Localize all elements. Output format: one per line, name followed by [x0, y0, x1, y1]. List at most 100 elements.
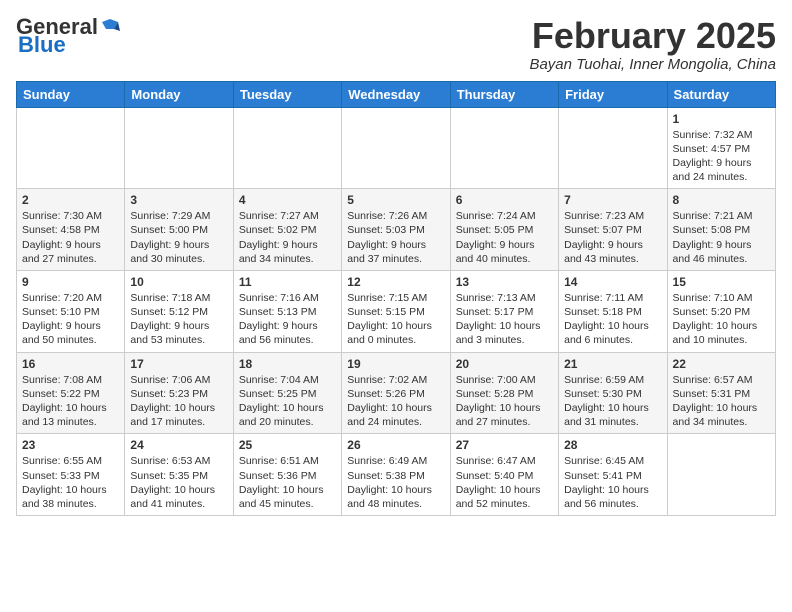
day-info: Sunrise: 7:32 AM Sunset: 4:57 PM Dayligh…: [673, 128, 770, 185]
calendar-cell: [17, 107, 125, 189]
calendar-cell: 25 Sunrise: 6:51 AM Sunset: 5:36 PM Dayli…: [233, 434, 341, 516]
day-number: 12: [347, 275, 444, 289]
day-info: Sunrise: 7:24 AM Sunset: 5:05 PM Dayligh…: [456, 209, 553, 266]
day-info: Sunrise: 6:45 AM Sunset: 5:41 PM Dayligh…: [564, 454, 661, 511]
day-number: 25: [239, 438, 336, 452]
calendar-cell: [667, 434, 775, 516]
calendar-week-5: 23 Sunrise: 6:55 AM Sunset: 5:33 PM Dayli…: [17, 434, 776, 516]
calendar-cell: [559, 107, 667, 189]
title-block: February 2025 Bayan Tuohai, Inner Mongol…: [529, 16, 776, 73]
page-header: General Blue February 2025 Bayan Tuohai,…: [16, 16, 776, 73]
day-info: Sunrise: 6:59 AM Sunset: 5:30 PM Dayligh…: [564, 373, 661, 430]
calendar-cell: [125, 107, 233, 189]
calendar-cell: 14 Sunrise: 7:11 AM Sunset: 5:18 PM Dayli…: [559, 270, 667, 352]
calendar-cell: 4 Sunrise: 7:27 AM Sunset: 5:02 PM Daylig…: [233, 189, 341, 271]
day-number: 9: [22, 275, 119, 289]
day-info: Sunrise: 7:02 AM Sunset: 5:26 PM Dayligh…: [347, 373, 444, 430]
calendar-cell: 20Sunrise: 7:00 AM Sunset: 5:28 PM Dayli…: [450, 352, 558, 434]
day-number: 5: [347, 193, 444, 207]
calendar-cell: 26 Sunrise: 6:49 AM Sunset: 5:38 PM Dayli…: [342, 434, 450, 516]
location: Bayan Tuohai, Inner Mongolia, China: [529, 56, 776, 73]
day-number: 23: [22, 438, 119, 452]
day-info: Sunrise: 7:27 AM Sunset: 5:02 PM Dayligh…: [239, 209, 336, 266]
calendar-cell: 10Sunrise: 7:18 AM Sunset: 5:12 PM Dayli…: [125, 270, 233, 352]
calendar-cell: 19 Sunrise: 7:02 AM Sunset: 5:26 PM Dayli…: [342, 352, 450, 434]
calendar-cell: 16Sunrise: 7:08 AM Sunset: 5:22 PM Dayli…: [17, 352, 125, 434]
day-info: Sunrise: 6:51 AM Sunset: 5:36 PM Dayligh…: [239, 454, 336, 511]
weekday-header-row: SundayMondayTuesdayWednesdayThursdayFrid…: [17, 81, 776, 107]
day-number: 18: [239, 357, 336, 371]
day-number: 27: [456, 438, 553, 452]
calendar-cell: 6Sunrise: 7:24 AM Sunset: 5:05 PM Daylig…: [450, 189, 558, 271]
day-info: Sunrise: 7:29 AM Sunset: 5:00 PM Dayligh…: [130, 209, 227, 266]
day-number: 26: [347, 438, 444, 452]
day-number: 11: [239, 275, 336, 289]
calendar-week-1: 1 Sunrise: 7:32 AM Sunset: 4:57 PM Daylig…: [17, 107, 776, 189]
calendar-cell: 8Sunrise: 7:21 AM Sunset: 5:08 PM Daylig…: [667, 189, 775, 271]
calendar-cell: 7 Sunrise: 7:23 AM Sunset: 5:07 PM Daylig…: [559, 189, 667, 271]
day-info: Sunrise: 7:04 AM Sunset: 5:25 PM Dayligh…: [239, 373, 336, 430]
day-number: 14: [564, 275, 661, 289]
calendar-week-3: 9 Sunrise: 7:20 AM Sunset: 5:10 PM Daylig…: [17, 270, 776, 352]
weekday-thursday: Thursday: [450, 81, 558, 107]
day-number: 17: [130, 357, 227, 371]
day-number: 19: [347, 357, 444, 371]
calendar-cell: 2 Sunrise: 7:30 AM Sunset: 4:58 PM Daylig…: [17, 189, 125, 271]
calendar-cell: 11 Sunrise: 7:16 AM Sunset: 5:13 PM Dayli…: [233, 270, 341, 352]
calendar-cell: [342, 107, 450, 189]
day-number: 15: [673, 275, 770, 289]
calendar-cell: 3 Sunrise: 7:29 AM Sunset: 5:00 PM Daylig…: [125, 189, 233, 271]
day-info: Sunrise: 7:10 AM Sunset: 5:20 PM Dayligh…: [673, 291, 770, 348]
calendar-cell: 21 Sunrise: 6:59 AM Sunset: 5:30 PM Dayli…: [559, 352, 667, 434]
calendar: SundayMondayTuesdayWednesdayThursdayFrid…: [16, 81, 776, 516]
day-info: Sunrise: 7:15 AM Sunset: 5:15 PM Dayligh…: [347, 291, 444, 348]
day-info: Sunrise: 6:49 AM Sunset: 5:38 PM Dayligh…: [347, 454, 444, 511]
calendar-cell: 5 Sunrise: 7:26 AM Sunset: 5:03 PM Daylig…: [342, 189, 450, 271]
day-number: 16: [22, 357, 119, 371]
weekday-friday: Friday: [559, 81, 667, 107]
day-info: Sunrise: 6:55 AM Sunset: 5:33 PM Dayligh…: [22, 454, 119, 511]
logo-blue: Blue: [16, 34, 66, 56]
calendar-cell: 23 Sunrise: 6:55 AM Sunset: 5:33 PM Dayli…: [17, 434, 125, 516]
calendar-cell: 15 Sunrise: 7:10 AM Sunset: 5:20 PM Dayli…: [667, 270, 775, 352]
calendar-cell: 1 Sunrise: 7:32 AM Sunset: 4:57 PM Daylig…: [667, 107, 775, 189]
day-number: 24: [130, 438, 227, 452]
weekday-tuesday: Tuesday: [233, 81, 341, 107]
day-info: Sunrise: 7:06 AM Sunset: 5:23 PM Dayligh…: [130, 373, 227, 430]
day-number: 7: [564, 193, 661, 207]
day-info: Sunrise: 7:11 AM Sunset: 5:18 PM Dayligh…: [564, 291, 661, 348]
calendar-cell: [233, 107, 341, 189]
day-number: 28: [564, 438, 661, 452]
calendar-cell: 12 Sunrise: 7:15 AM Sunset: 5:15 PM Dayli…: [342, 270, 450, 352]
day-number: 3: [130, 193, 227, 207]
day-info: Sunrise: 7:26 AM Sunset: 5:03 PM Dayligh…: [347, 209, 444, 266]
day-info: Sunrise: 7:16 AM Sunset: 5:13 PM Dayligh…: [239, 291, 336, 348]
calendar-cell: 22Sunrise: 6:57 AM Sunset: 5:31 PM Dayli…: [667, 352, 775, 434]
day-info: Sunrise: 6:53 AM Sunset: 5:35 PM Dayligh…: [130, 454, 227, 511]
calendar-cell: 28 Sunrise: 6:45 AM Sunset: 5:41 PM Dayli…: [559, 434, 667, 516]
calendar-cell: 18 Sunrise: 7:04 AM Sunset: 5:25 PM Dayli…: [233, 352, 341, 434]
day-number: 4: [239, 193, 336, 207]
day-number: 22: [673, 357, 770, 371]
calendar-cell: 17 Sunrise: 7:06 AM Sunset: 5:23 PM Dayli…: [125, 352, 233, 434]
day-info: Sunrise: 7:18 AM Sunset: 5:12 PM Dayligh…: [130, 291, 227, 348]
day-info: Sunrise: 7:30 AM Sunset: 4:58 PM Dayligh…: [22, 209, 119, 266]
weekday-monday: Monday: [125, 81, 233, 107]
day-info: Sunrise: 7:13 AM Sunset: 5:17 PM Dayligh…: [456, 291, 553, 348]
day-number: 8: [673, 193, 770, 207]
day-number: 2: [22, 193, 119, 207]
calendar-cell: 13Sunrise: 7:13 AM Sunset: 5:17 PM Dayli…: [450, 270, 558, 352]
calendar-week-2: 2 Sunrise: 7:30 AM Sunset: 4:58 PM Daylig…: [17, 189, 776, 271]
calendar-body: 1 Sunrise: 7:32 AM Sunset: 4:57 PM Daylig…: [17, 107, 776, 515]
day-info: Sunrise: 7:00 AM Sunset: 5:28 PM Dayligh…: [456, 373, 553, 430]
weekday-wednesday: Wednesday: [342, 81, 450, 107]
day-number: 1: [673, 112, 770, 126]
calendar-cell: [450, 107, 558, 189]
weekday-saturday: Saturday: [667, 81, 775, 107]
day-number: 21: [564, 357, 661, 371]
logo: General Blue: [16, 16, 120, 56]
calendar-cell: 24 Sunrise: 6:53 AM Sunset: 5:35 PM Dayli…: [125, 434, 233, 516]
day-info: Sunrise: 7:20 AM Sunset: 5:10 PM Dayligh…: [22, 291, 119, 348]
day-info: Sunrise: 7:23 AM Sunset: 5:07 PM Dayligh…: [564, 209, 661, 266]
logo-icon: [100, 15, 120, 35]
